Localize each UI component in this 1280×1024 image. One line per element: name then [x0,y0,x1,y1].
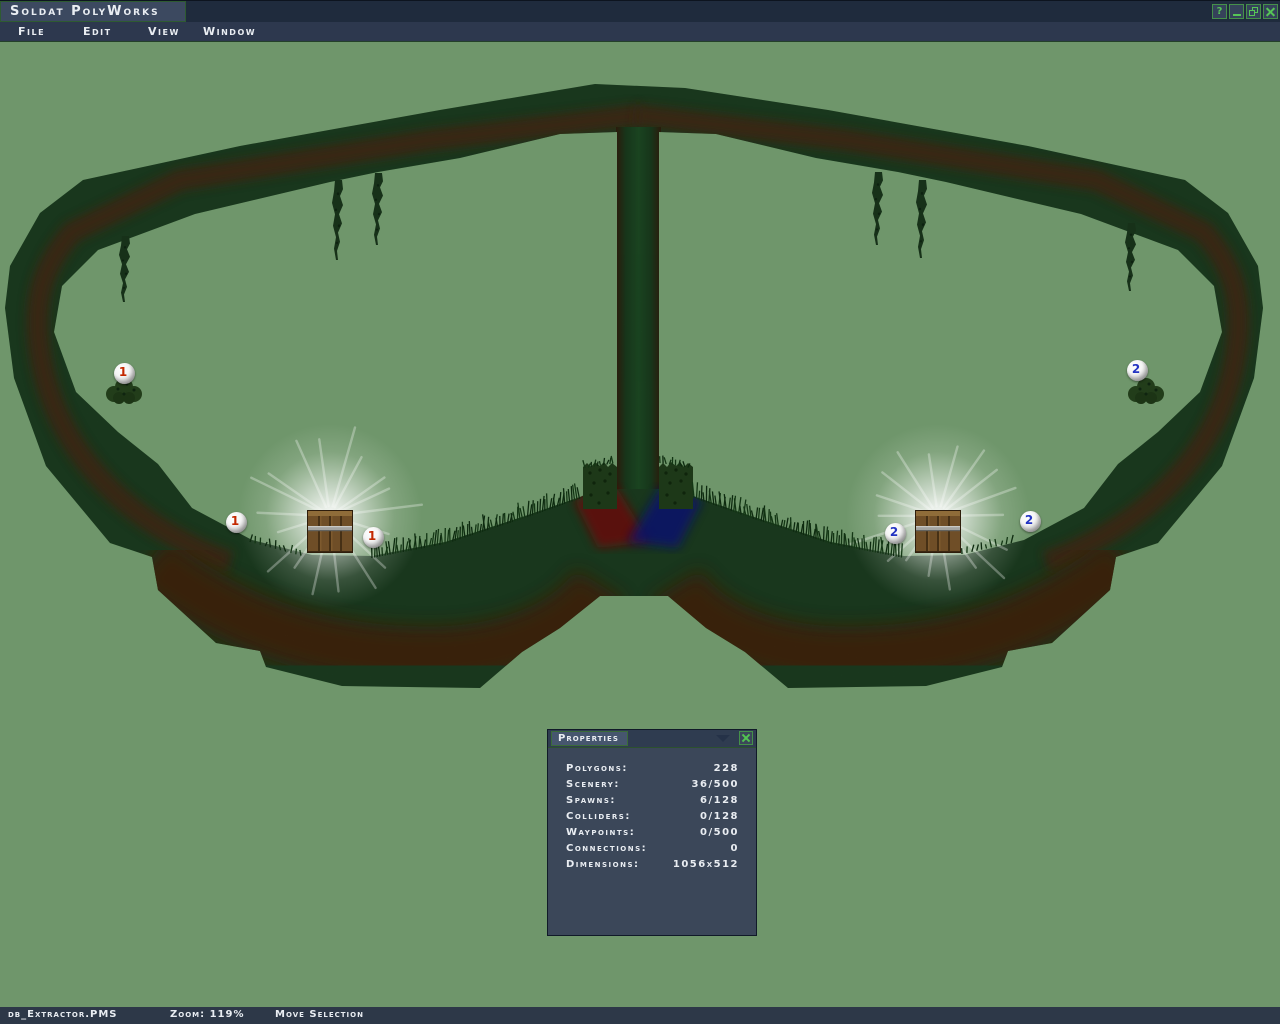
vine-scenery[interactable] [332,180,343,260]
menu-edit[interactable]: Edit [83,25,112,38]
menu-file[interactable]: File [18,25,45,38]
property-label: Spawns: [566,795,616,806]
property-value: 0 [731,843,739,854]
window-title-box: Soldat PolyWorks [0,1,186,22]
property-value: 0/128 [700,811,739,822]
spawn-marker-alpha[interactable]: 1 [226,512,247,533]
close-button[interactable] [1263,4,1278,19]
minimize-button[interactable] [1229,4,1244,19]
vine-scenery[interactable] [872,172,883,245]
property-value: 1056x512 [673,859,739,870]
spawn-marker-number: 2 [1025,514,1033,526]
properties-title: Properties [558,733,619,744]
property-label: Scenery: [566,779,620,790]
window-title: Soldat PolyWorks [10,4,160,19]
property-row-waypoints: Waypoints: 0/500 [548,824,756,840]
property-label: Polygons: [566,763,628,774]
property-label: Colliders: [566,811,631,822]
window-controls: ? [1212,4,1278,19]
status-zoom-level: Zoom: 119% [170,1009,245,1020]
title-bar[interactable]: Soldat PolyWorks ? [0,0,1280,22]
status-bar: db_Extractor.PMS Zoom: 119% Move Selecti… [0,1007,1280,1024]
property-row-spawns: Spawns: 6/128 [548,792,756,808]
crate-scenery[interactable] [307,510,353,553]
help-button[interactable]: ? [1212,4,1227,19]
property-row-colliders: Colliders: 0/128 [548,808,756,824]
vine-scenery[interactable] [119,236,130,302]
hedge-scenery[interactable] [583,462,617,509]
property-label: Connections: [566,843,647,854]
property-row-dimensions: Dimensions: 1056x512 [548,856,756,872]
property-label: Dimensions: [566,859,640,870]
spawn-marker-bravo[interactable]: 2 [1127,360,1148,381]
property-label: Waypoints: [566,827,635,838]
bush-scenery[interactable] [1128,378,1164,404]
property-value: 6/128 [700,795,739,806]
spawn-marker-number: 2 [1132,363,1140,375]
spawn-marker-bravo[interactable]: 2 [885,523,906,544]
spawn-marker-number: 1 [368,530,376,542]
spawn-marker-alpha[interactable]: 1 [114,363,135,384]
collapse-icon[interactable] [716,735,730,742]
minimize-icon [1233,14,1241,16]
vine-scenery[interactable] [1125,223,1136,291]
terrain-shading [0,42,1280,742]
status-active-tool: Move Selection [275,1009,364,1020]
menu-view[interactable]: View [148,25,180,38]
property-row-polygons: Polygons: 228 [548,760,756,776]
crate-scenery[interactable] [915,510,961,553]
spawn-marker-alpha[interactable]: 1 [363,527,384,548]
panel-close-button[interactable] [739,731,753,745]
property-row-scenery: Scenery: 36/500 [548,776,756,792]
restore-button[interactable] [1246,4,1261,19]
property-value: 36/500 [692,779,739,790]
menu-window[interactable]: Window [203,25,256,38]
spawn-marker-number: 1 [119,366,127,378]
property-row-connections: Connections: 0 [548,840,756,856]
property-value: 0/500 [700,827,739,838]
spawn-marker-number: 1 [231,515,239,527]
restore-icon [1249,7,1258,16]
hedge-scenery[interactable] [659,462,693,509]
property-value: 228 [714,763,739,774]
properties-panel: Properties Polygons: 228 Scenery: 36/500 Spa… [547,729,757,936]
properties-rows: Polygons: 228 Scenery: 36/500 Spawns: 6/128 Co… [548,760,756,872]
properties-title-tab: Properties [551,731,628,746]
spawn-marker-bravo[interactable]: 2 [1020,511,1041,532]
vine-scenery[interactable] [916,180,927,258]
status-file-name: db_Extractor.PMS [8,1009,118,1020]
vine-scenery[interactable] [372,173,383,245]
close-icon [1266,7,1275,16]
spawn-marker-number: 2 [890,526,898,538]
properties-panel-header[interactable]: Properties [548,730,756,748]
menu-bar: File Edit View Window [0,22,1280,42]
help-icon: ? [1217,7,1223,17]
